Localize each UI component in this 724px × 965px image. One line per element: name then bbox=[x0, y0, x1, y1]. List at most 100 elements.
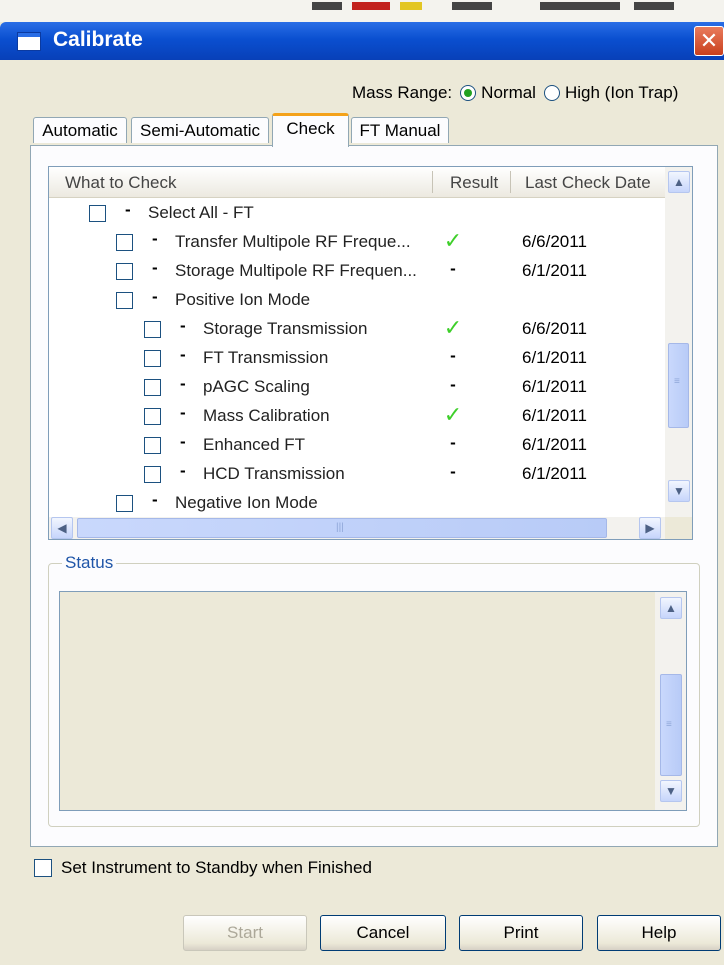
row-checkbox[interactable] bbox=[144, 379, 161, 396]
result-none: - bbox=[450, 433, 456, 452]
scroll-up-button[interactable]: ▲ bbox=[660, 597, 682, 619]
row-date: 6/6/2011 bbox=[522, 232, 587, 251]
scroll-thumb[interactable]: ≡ bbox=[668, 343, 689, 428]
close-button[interactable]: ✕ bbox=[694, 26, 724, 56]
tree-branch-icon: - bbox=[180, 461, 186, 480]
print-button[interactable]: Print bbox=[459, 915, 583, 951]
tab-semi-automatic[interactable]: Semi-Automatic bbox=[131, 117, 269, 143]
row-checkbox[interactable] bbox=[144, 437, 161, 454]
row-label: Positive Ion Mode bbox=[175, 290, 311, 309]
tree-row[interactable]: - Negative Ion Mode bbox=[49, 490, 665, 519]
scroll-right-button[interactable]: ▶ bbox=[639, 517, 661, 539]
mass-range-high-label[interactable]: High (Ion Trap) bbox=[565, 83, 678, 103]
tree-branch-icon: - bbox=[180, 403, 186, 422]
result-none: - bbox=[450, 259, 456, 278]
tree-branch-icon: - bbox=[180, 316, 186, 335]
tree-row[interactable]: - FT Transmission - 6/1/2011 bbox=[49, 345, 665, 374]
mass-range: Mass Range: Normal High (Ion Trap) bbox=[352, 82, 678, 104]
tab-ft-manual[interactable]: FT Manual bbox=[351, 117, 449, 143]
mass-range-normal-label[interactable]: Normal bbox=[481, 83, 536, 103]
column-divider[interactable] bbox=[432, 171, 433, 193]
title-bar: Calibrate ✕ bbox=[0, 22, 724, 60]
standby-checkbox[interactable] bbox=[34, 859, 52, 877]
row-checkbox[interactable] bbox=[116, 234, 133, 251]
row-checkbox[interactable] bbox=[144, 350, 161, 367]
scroll-left-button[interactable]: ◀ bbox=[51, 517, 73, 539]
row-label: Storage Transmission bbox=[203, 319, 368, 338]
row-checkbox[interactable] bbox=[116, 263, 133, 280]
cancel-button[interactable]: Cancel bbox=[320, 915, 446, 951]
standby-label[interactable]: Set Instrument to Standby when Finished bbox=[61, 858, 372, 878]
tree-branch-icon: - bbox=[152, 490, 158, 509]
tree-branch-icon: - bbox=[152, 258, 158, 277]
tab-check[interactable]: Check bbox=[272, 113, 349, 147]
tree-row[interactable]: - pAGC Scaling - 6/1/2011 bbox=[49, 374, 665, 403]
result-ok-icon: ✓ bbox=[443, 228, 463, 253]
result-ok-icon: ✓ bbox=[443, 315, 463, 340]
tab-automatic[interactable]: Automatic bbox=[33, 117, 127, 143]
tree-branch-icon: - bbox=[180, 432, 186, 451]
tree-branch-icon: - bbox=[152, 229, 158, 248]
mass-range-normal-radio[interactable] bbox=[460, 85, 477, 101]
result-none: - bbox=[450, 462, 456, 481]
row-date: 6/1/2011 bbox=[522, 348, 587, 367]
standby-option[interactable]: Set Instrument to Standby when Finished bbox=[34, 858, 372, 878]
tree-branch-icon: - bbox=[180, 345, 186, 364]
column-result[interactable]: Result bbox=[450, 173, 498, 193]
row-checkbox[interactable] bbox=[144, 466, 161, 483]
tree-row[interactable]: - Select All - FT bbox=[49, 200, 665, 229]
row-label: Enhanced FT bbox=[203, 435, 306, 454]
tree-vertical-scrollbar[interactable]: ▲ ≡ ▼ bbox=[665, 167, 692, 517]
chevron-up-icon: ▲ bbox=[665, 601, 677, 615]
row-label: FT Transmission bbox=[203, 348, 329, 367]
row-date: 6/1/2011 bbox=[522, 435, 587, 454]
scroll-down-button[interactable]: ▼ bbox=[660, 780, 682, 802]
tree-row[interactable]: - Positive Ion Mode bbox=[49, 287, 665, 316]
mass-range-label: Mass Range: bbox=[352, 83, 453, 102]
result-ok-icon: ✓ bbox=[443, 402, 463, 427]
scroll-up-button[interactable]: ▲ bbox=[668, 171, 690, 193]
grip-icon: ||| bbox=[336, 522, 344, 533]
row-checkbox[interactable] bbox=[144, 408, 161, 425]
chevron-right-icon: ▶ bbox=[645, 521, 655, 535]
tree-horizontal-scrollbar[interactable]: ◀ ||| ▶ bbox=[49, 517, 665, 539]
check-tree: What to Check Result Last Check Date - S… bbox=[48, 166, 693, 540]
result-none: - bbox=[450, 346, 456, 365]
column-divider[interactable] bbox=[510, 171, 511, 193]
row-checkbox[interactable] bbox=[144, 321, 161, 338]
row-checkbox[interactable] bbox=[116, 292, 133, 309]
row-checkbox[interactable] bbox=[116, 495, 133, 512]
tree-row[interactable]: - Storage Multipole RF Frequen... - 6/1/… bbox=[49, 258, 665, 287]
start-button[interactable]: Start bbox=[183, 915, 307, 951]
row-label: HCD Transmission bbox=[203, 464, 345, 483]
chevron-down-icon: ▼ bbox=[673, 484, 685, 498]
help-button[interactable]: Help bbox=[597, 915, 721, 951]
status-vertical-scrollbar[interactable]: ▲ ≡ ▼ bbox=[655, 592, 686, 810]
row-checkbox[interactable] bbox=[89, 205, 106, 222]
background-strip bbox=[0, 0, 724, 22]
row-label: Transfer Multipole RF Freque... bbox=[175, 232, 411, 251]
column-last-check-date[interactable]: Last Check Date bbox=[525, 173, 651, 193]
row-label: pAGC Scaling bbox=[203, 377, 310, 396]
grip-icon: ≡ bbox=[674, 376, 680, 387]
tree-branch-icon: - bbox=[152, 287, 158, 306]
close-icon: ✕ bbox=[699, 28, 719, 53]
scroll-thumb[interactable]: ||| bbox=[77, 518, 607, 538]
column-what-to-check[interactable]: What to Check bbox=[65, 173, 177, 193]
tree-row[interactable]: - Transfer Multipole RF Freque... ✓ 6/6/… bbox=[49, 228, 665, 258]
grip-icon: ≡ bbox=[666, 719, 672, 730]
row-date: 6/1/2011 bbox=[522, 464, 587, 483]
tree-row[interactable]: - HCD Transmission - 6/1/2011 bbox=[49, 461, 665, 490]
scroll-thumb[interactable]: ≡ bbox=[660, 674, 682, 776]
tree-row[interactable]: - Storage Transmission ✓ 6/6/2011 bbox=[49, 315, 665, 345]
scrollbar-corner bbox=[665, 517, 692, 539]
row-label: Storage Multipole RF Frequen... bbox=[175, 261, 417, 280]
tree-row[interactable]: - Mass Calibration ✓ 6/1/2011 bbox=[49, 402, 665, 432]
scroll-down-button[interactable]: ▼ bbox=[668, 480, 690, 502]
status-textarea[interactable]: ▲ ≡ ▼ bbox=[59, 591, 687, 811]
tree-branch-icon: - bbox=[180, 374, 186, 393]
window-title: Calibrate bbox=[53, 28, 143, 51]
tree-header: What to Check Result Last Check Date bbox=[49, 167, 665, 198]
tree-row[interactable]: - Enhanced FT - 6/1/2011 bbox=[49, 432, 665, 461]
mass-range-high-radio[interactable] bbox=[543, 85, 560, 101]
